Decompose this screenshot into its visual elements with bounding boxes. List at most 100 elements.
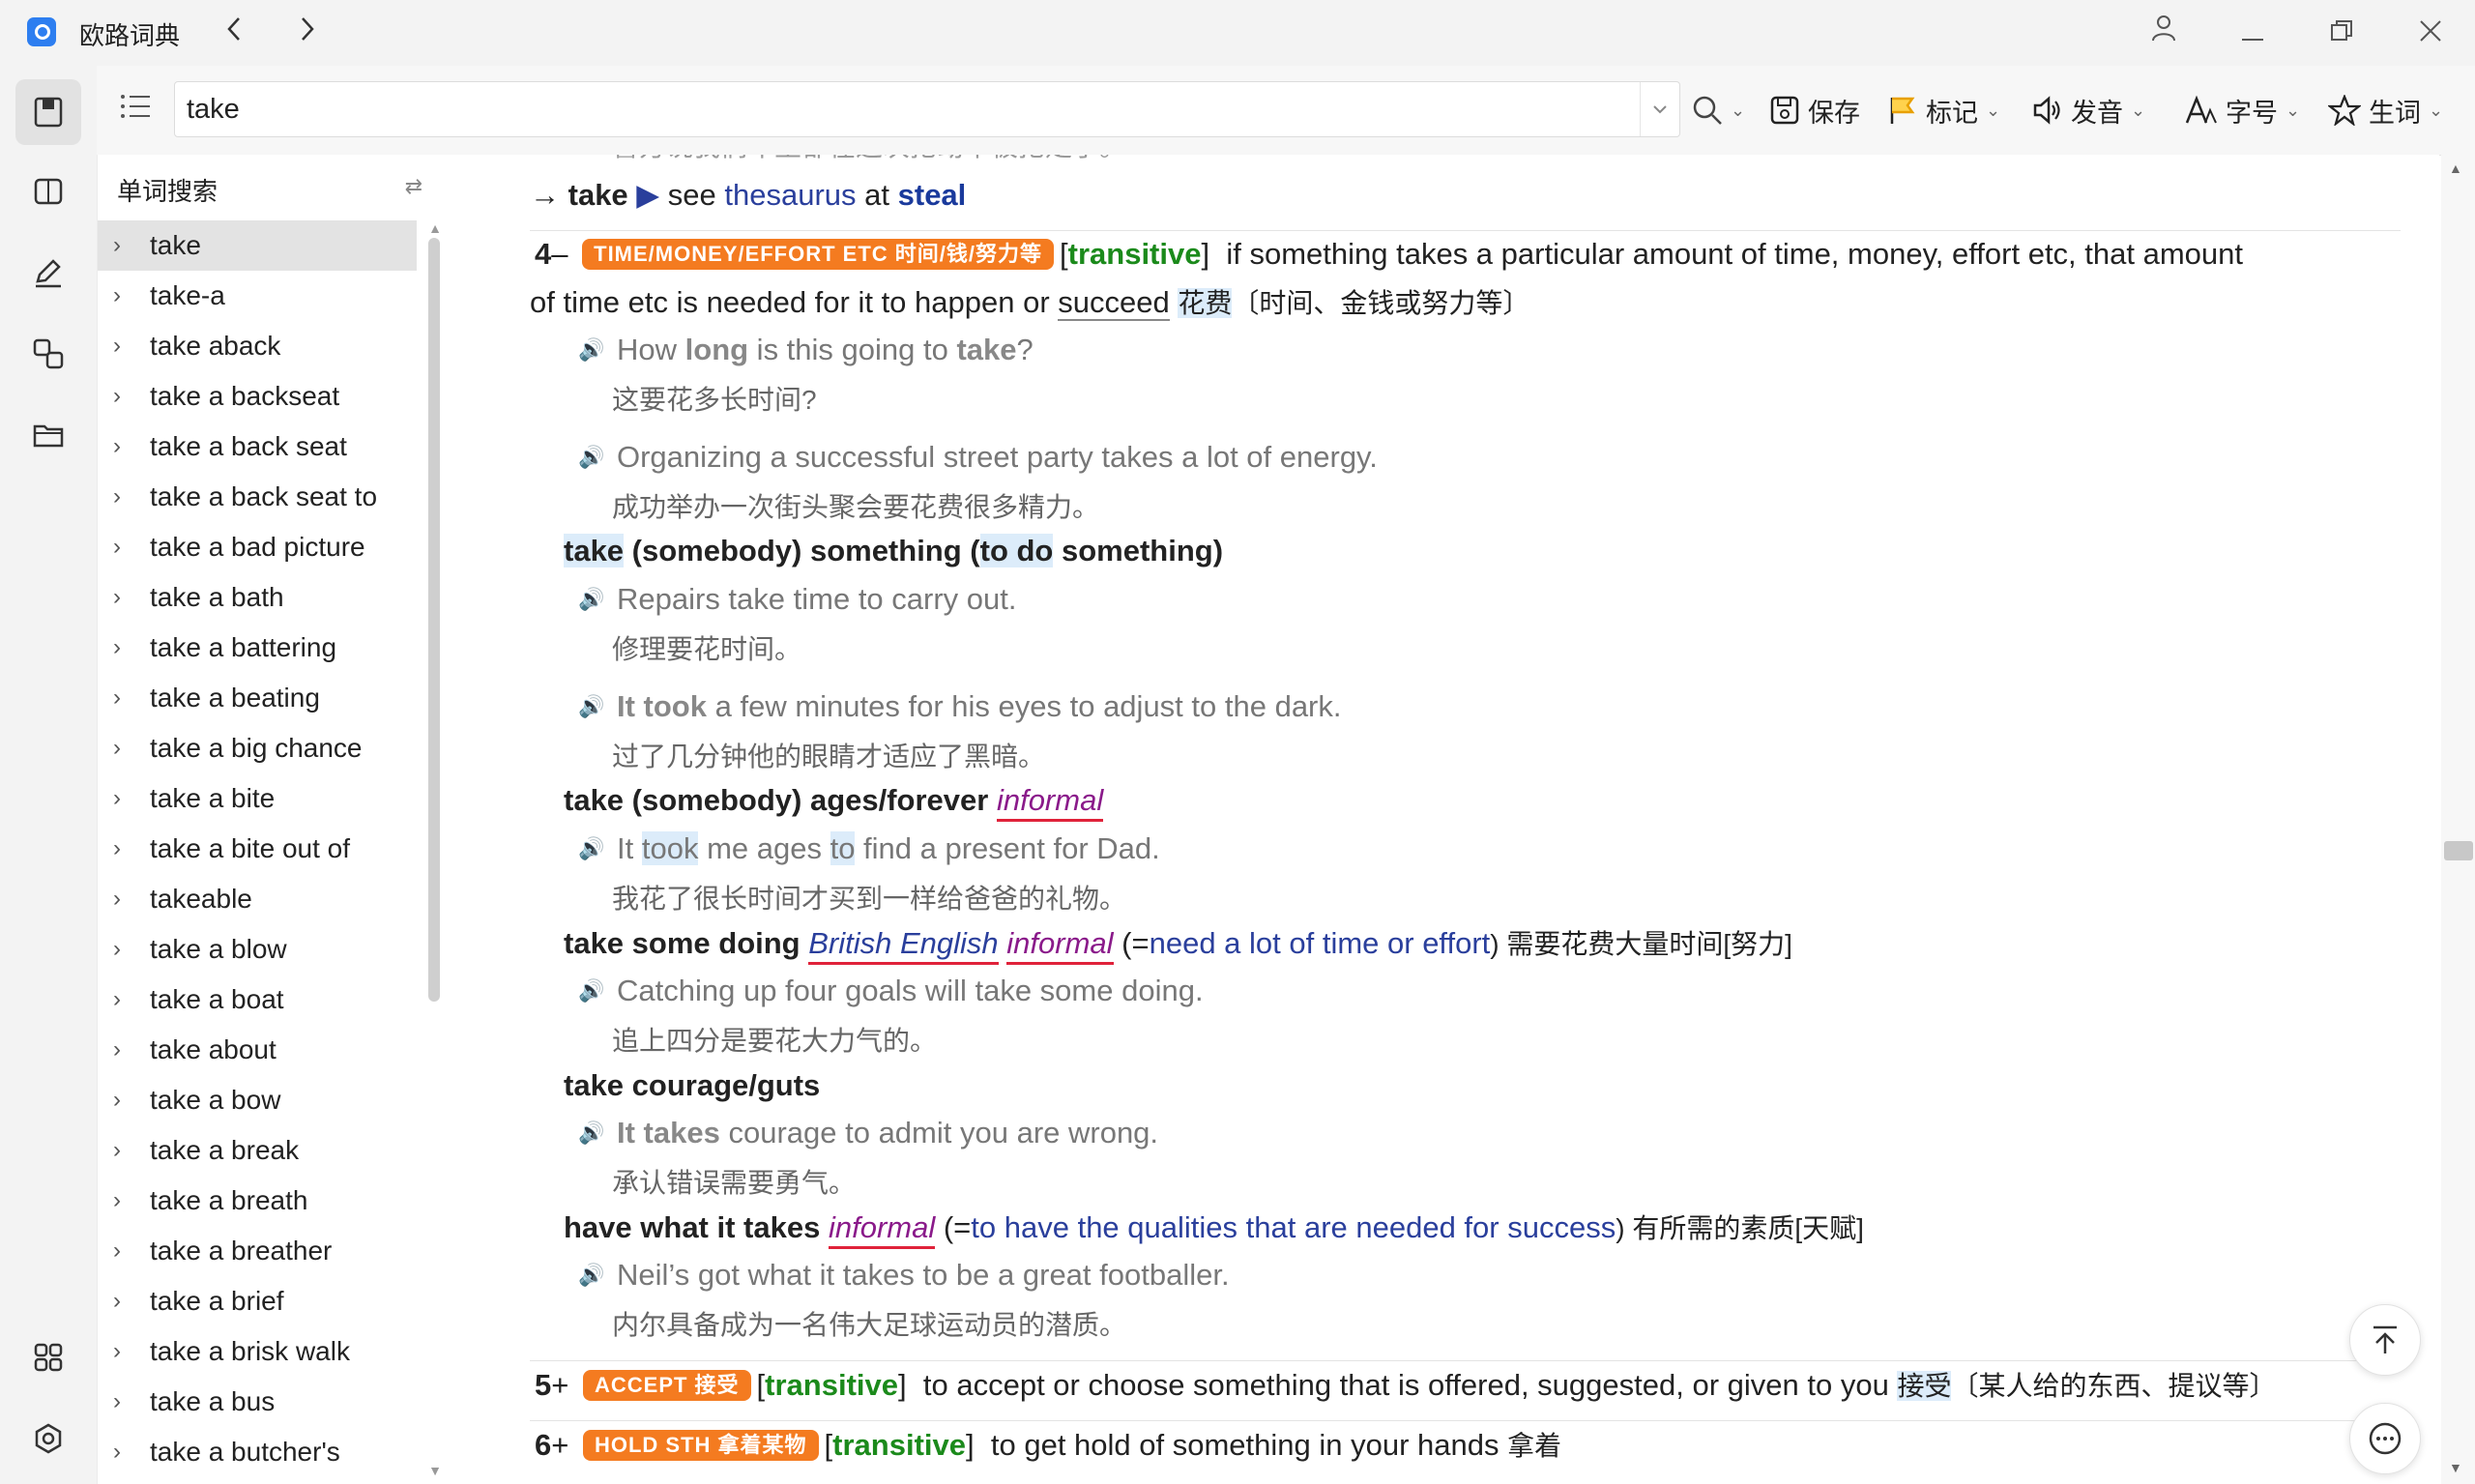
word-list-item-label: take a break [150,1135,300,1165]
user-button[interactable] [2135,10,2193,56]
word-list-item[interactable]: › take aback [98,321,417,371]
word-list-item[interactable]: › take a back seat [98,422,417,472]
speaker-icon[interactable]: 🔊 [578,1112,604,1154]
word-list-item[interactable]: › take a battering [98,623,417,673]
list-icon [121,95,150,118]
word-list-item[interactable]: › take a bad picture [98,522,417,572]
word-list-item-label: take [150,230,201,260]
word-list-item-label: take about [150,1034,277,1064]
grammar-bracket: ] [1201,237,1210,271]
word-list-item[interactable]: › take a bus [98,1377,417,1427]
word-list-item-label: take a brief [150,1286,284,1316]
xref-head: take [568,178,628,212]
word-list-item[interactable]: › take a backseat [98,371,417,422]
word-list-item[interactable]: › take a breath [98,1176,417,1226]
word-list-item[interactable]: › take a brisk walk [98,1326,417,1377]
content-scrollbar-thumb[interactable] [2444,841,2473,860]
sense-4-definition: of time etc is needed for it to happen o… [530,281,1529,325]
rail-settings-button[interactable] [15,1406,81,1471]
scroll-up-icon[interactable]: ▲ [2449,160,2462,176]
app-logo-icon [27,17,56,46]
rail-edit-button[interactable] [15,240,81,306]
rail-book-button[interactable] [15,159,81,224]
speaker-icon[interactable]: 🔊 [578,685,604,728]
mark-button[interactable]: 标记 ⌄ [1887,89,2000,131]
chat-button[interactable] [2349,1403,2421,1474]
example: 🔊 It took me ages to find a present for D… [578,828,1160,870]
edit-icon [36,259,61,288]
speaker-icon[interactable]: 🔊 [578,329,604,371]
speaker-icon[interactable]: 🔊 [578,578,604,621]
search-history-dropdown[interactable] [1640,82,1679,136]
signpost-badge: ACCEPT 接受 [582,1370,751,1401]
speaker-icon[interactable]: 🔊 [578,1254,604,1296]
font-size-label: 字号 [2226,98,2278,128]
word-list-item-label: take a bus [150,1386,276,1416]
speaker-icon[interactable]: 🔊 [578,970,604,1012]
example: 🔊 Neil’s got what it takes to be a great … [578,1254,1230,1296]
chevron-right-icon: › [113,483,121,509]
word-list-item[interactable]: › take a bite [98,773,417,824]
word-list-item[interactable]: › take a butcher's [98,1427,417,1477]
word-list-item[interactable]: › take a bow [98,1075,417,1125]
speaker-icon[interactable]: 🔊 [578,436,604,479]
chevron-right-icon: › [113,282,121,308]
word-list-item[interactable]: › take-a [98,271,417,321]
word-list-item[interactable]: › take a blow [98,924,417,975]
word-list-toggle[interactable] [120,93,151,125]
definition-zh: 〔时间、金钱或努力等〕 [1232,288,1530,318]
sense-6-header[interactable]: 6+ HOLD STH 拿着某物 [transitive] to get hold… [535,1424,1561,1468]
search-input[interactable] [185,90,1619,129]
back-button[interactable] [215,10,253,52]
xref-arrow: → [530,178,560,212]
speaker-icon[interactable]: 🔊 [578,828,604,870]
chevron-down-icon: ⌄ [2131,100,2146,120]
rail-dictionary-button[interactable] [15,79,81,145]
thesaurus-link[interactable]: thesaurus [724,178,856,212]
chevron-right-icon: › [113,534,121,560]
succeed-link[interactable]: succeed [1058,285,1170,321]
forward-button[interactable] [288,10,327,52]
sense-5-header[interactable]: 5+ ACCEPT 接受 [transitive] to accept or ch… [535,1364,2276,1408]
word-list-item[interactable]: › take [98,220,417,271]
word-list-item[interactable]: › take a break [98,1125,417,1176]
vocabulary-button[interactable]: 生词 ⌄ [2328,89,2443,131]
toolbar: ⌄ 保存 标记 ⌄ 发音 ⌄ 字号 ⌄ 生词 ⌄ [97,66,2475,156]
word-list-item[interactable]: › take a breather [98,1226,417,1276]
word-list-item[interactable]: › take a beating [98,673,417,723]
back-to-top-button[interactable] [2349,1304,2421,1376]
scroll-up-icon[interactable]: ▲ [428,220,442,236]
scroll-down-icon[interactable]: ▼ [428,1463,442,1478]
rail-apps-button[interactable] [15,1324,81,1390]
steal-link[interactable]: steal [898,178,967,212]
word-list-item[interactable]: › take a back seat to [98,472,417,522]
minimize-button[interactable] [2224,10,2282,56]
pronounce-button[interactable]: 发音 ⌄ [2032,89,2145,131]
scroll-down-icon[interactable]: ▼ [2449,1460,2462,1475]
word-list-item[interactable]: › take a big chance [98,723,417,773]
save-button[interactable]: 保存 [1769,89,1860,131]
sense-expand-toggle[interactable]: + [551,1368,568,1402]
word-list-scrollbar[interactable] [428,238,440,1002]
restore-button[interactable] [2313,10,2371,56]
sense-expand-toggle[interactable]: + [551,1428,568,1462]
font-size-button[interactable]: 字号 ⌄ [2185,89,2300,131]
sense-collapse-toggle[interactable]: – [551,237,568,271]
close-button[interactable] [2402,10,2460,56]
word-list-item[interactable]: › take a boat [98,975,417,1025]
content-scrollbar[interactable] [2441,155,2475,1484]
grammar-pattern: take (somebody) something (to do somethi… [564,534,1224,567]
swap-icon[interactable]: ⇄ [405,174,422,199]
chevron-down-icon: ⌄ [1986,100,2001,120]
search-button[interactable]: ⌄ [1692,89,1745,131]
word-list-item[interactable]: › take a brief [98,1276,417,1326]
word-list-item[interactable]: › take about [98,1025,417,1075]
restore-icon [2331,20,2352,41]
rail-translate-button[interactable] [15,321,81,387]
word-list-item[interactable]: › take a bite out of [98,824,417,874]
word-list-item-label: take a backseat [150,381,340,411]
word-list-panel: 单词搜索 ⇄ › take › take-a › take aback › take a ba… [97,155,449,1484]
word-list-item[interactable]: › take a bath [98,572,417,623]
word-list-item[interactable]: › takeable [98,874,417,924]
rail-folder-button[interactable] [15,402,81,468]
